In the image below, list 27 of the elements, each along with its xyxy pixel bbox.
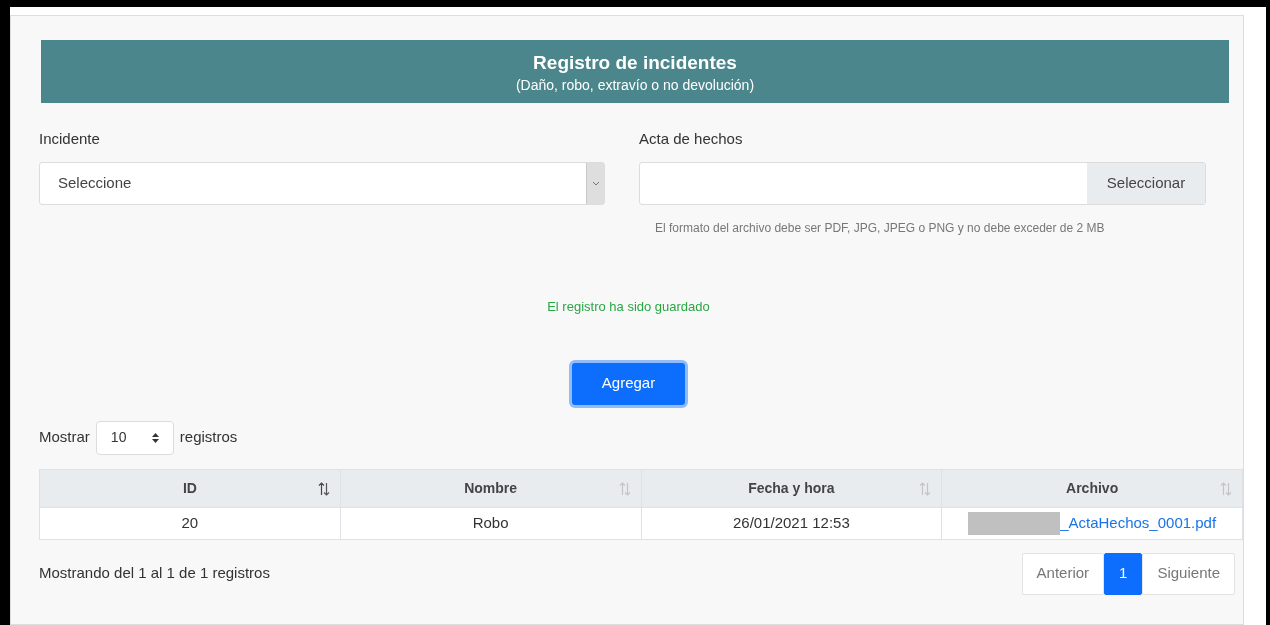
table-cell: 26/01/2021 12:53 — [640, 507, 942, 539]
pagination-button[interactable]: 1 — [1104, 552, 1143, 595]
length-label: registros — [179, 427, 238, 448]
page-subtitle: (Daño, robo, extravío o no devolución) — [515, 75, 755, 94]
length-label: Mostrar — [39, 427, 90, 448]
add-button[interactable]: Agregar — [572, 362, 685, 405]
success-message: El registro ha sido guardado — [547, 298, 710, 316]
file-input-field[interactable]: Seleccionar — [639, 162, 1206, 205]
field-label: Incidente — [39, 129, 101, 149]
chevron-down-icon — [591, 181, 600, 186]
pagination-button[interactable]: Siguiente — [1142, 552, 1235, 595]
incident-select[interactable]: Seleccione — [39, 162, 605, 205]
file-link[interactable]: _ActaHechos_0001.pdf — [1060, 511, 1217, 535]
column-header[interactable]: ID — [40, 469, 340, 507]
table-cell: Robo — [339, 507, 641, 539]
table-cell-text: 20 — [180, 512, 200, 533]
column-header[interactable]: Nombre — [339, 469, 641, 507]
browse-button[interactable]: Seleccionar — [1087, 163, 1205, 204]
table-info: Mostrando del 1 al 1 de 1 registros — [39, 563, 270, 584]
column-header[interactable]: Archivo — [941, 469, 1242, 507]
file-hint: El formato del archivo debe ser PDF, JPG, JPEG o PNG y no debe exceder de 2 MB — [654, 220, 1106, 237]
column-header[interactable]: Fecha y hora — [640, 469, 942, 507]
page-length-select[interactable]: 10 — [95, 420, 174, 455]
field-label: Acta de hechos — [639, 129, 744, 149]
updown-caret-icon — [151, 432, 159, 443]
page-title: Registro de incidentes — [533, 50, 737, 75]
pagination-button[interactable]: Anterior — [1021, 552, 1105, 595]
